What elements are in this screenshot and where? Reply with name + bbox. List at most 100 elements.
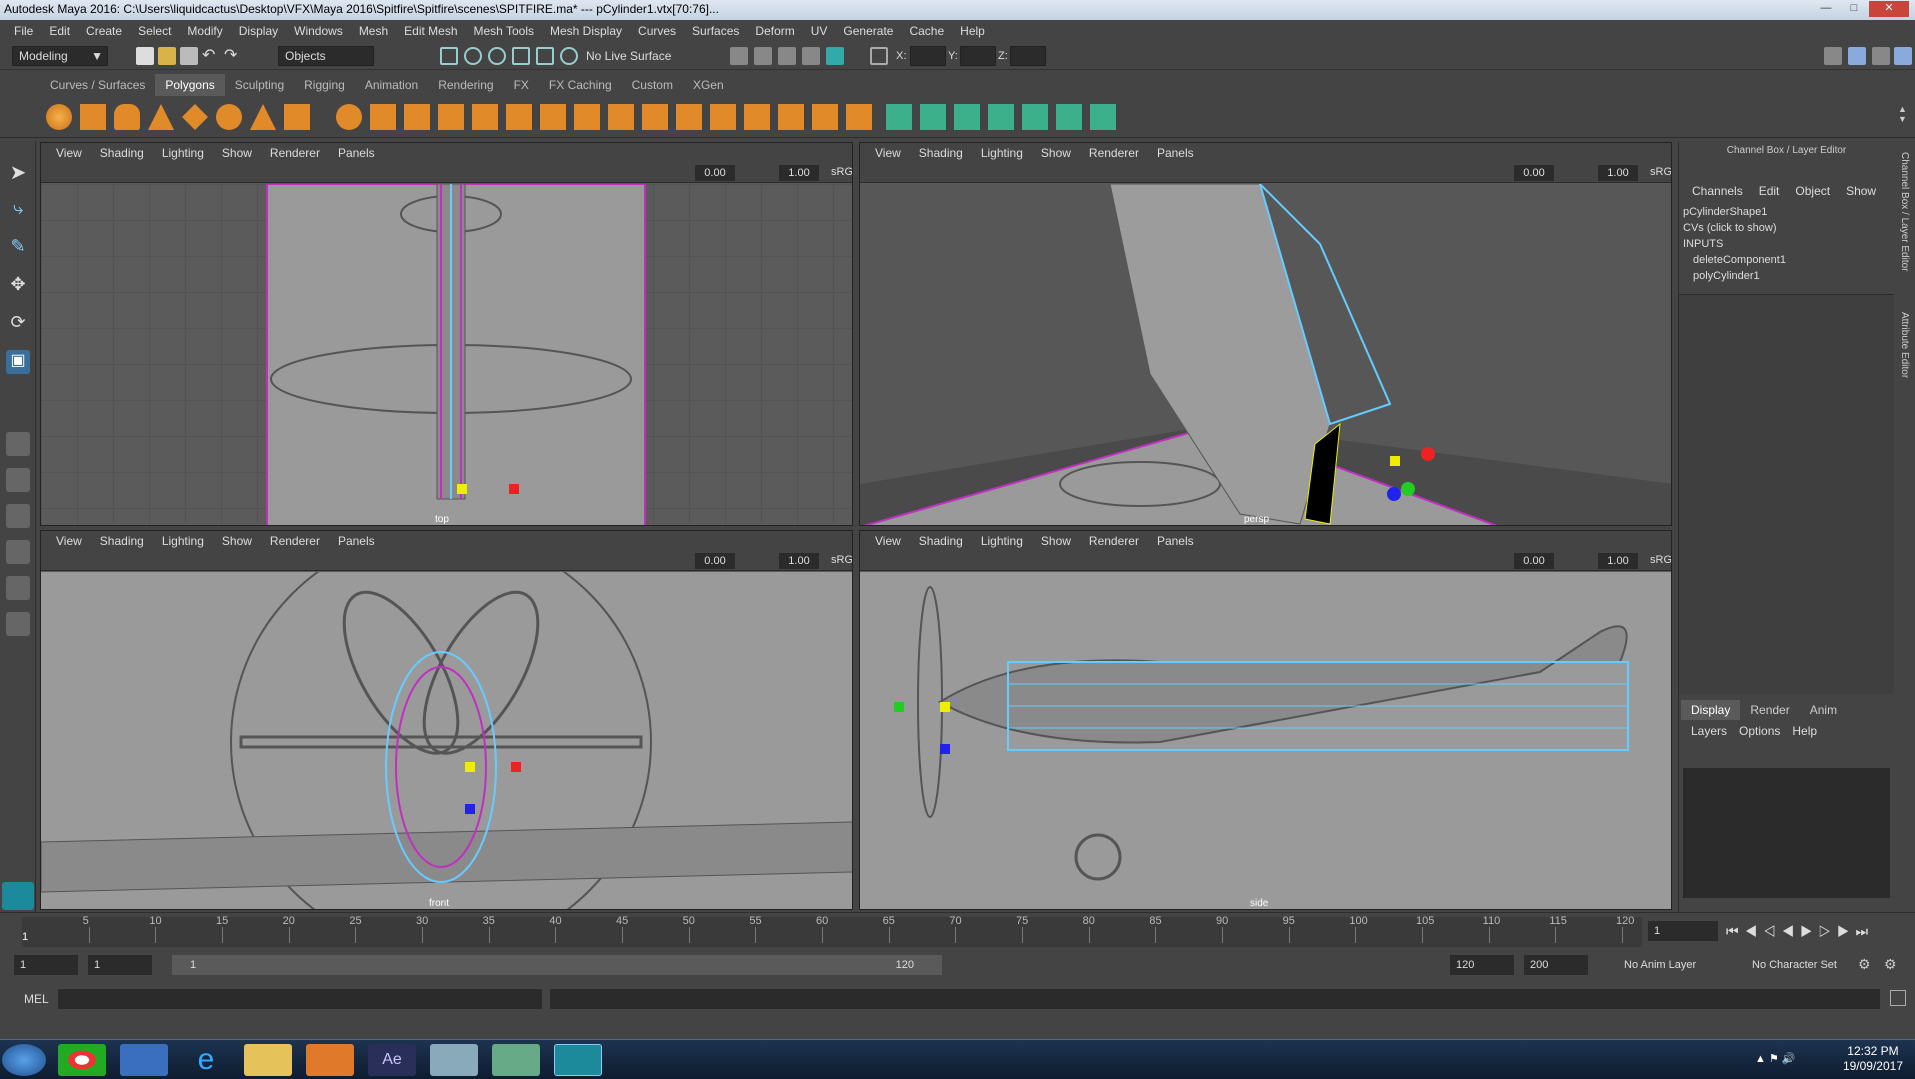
side-tab-channel-box[interactable]: Channel Box / Layer Editor: [1899, 152, 1910, 272]
after-effects-icon[interactable]: Ae: [368, 1044, 416, 1076]
menu-uv[interactable]: UV: [803, 24, 836, 38]
poly-cylinder-icon[interactable]: [114, 104, 140, 130]
task-manager-icon[interactable]: [492, 1044, 540, 1076]
vp-menu-show[interactable]: Show: [213, 146, 261, 160]
vp-menu-shading[interactable]: Shading: [910, 146, 972, 160]
cb-menu-edit[interactable]: Edit: [1752, 184, 1787, 198]
menu-mesh-tools[interactable]: Mesh Tools: [466, 24, 542, 38]
target-weld-icon[interactable]: [710, 104, 736, 130]
poly-cone-icon[interactable]: [148, 104, 174, 130]
menu-display[interactable]: Display: [231, 24, 286, 38]
internet-explorer-icon[interactable]: e: [182, 1044, 230, 1076]
scale-tool-icon[interactable]: ▣: [6, 350, 30, 374]
animation-start-field[interactable]: 1: [14, 955, 78, 975]
layer-list[interactable]: [1683, 768, 1890, 898]
shelf-tab-curves[interactable]: Curves / Surfaces: [40, 74, 155, 96]
minimize-button[interactable]: —: [1813, 1, 1839, 17]
render-frame-icon[interactable]: [754, 47, 772, 65]
snap-view-icon[interactable]: [536, 47, 554, 65]
manipulator-x-handle[interactable]: [509, 484, 519, 494]
save-icon[interactable]: [180, 47, 198, 65]
manipulator-x-handle[interactable]: [511, 762, 521, 772]
live-surface-label[interactable]: No Live Surface: [586, 49, 671, 63]
rotate-tool-icon[interactable]: ⟳: [6, 312, 30, 336]
uv-cylindrical-icon[interactable]: [920, 104, 946, 130]
multi-cut-icon[interactable]: [642, 104, 668, 130]
magnet-icon[interactable]: [560, 47, 578, 65]
vp-menu-show[interactable]: Show: [1032, 534, 1080, 548]
poly-cube-icon[interactable]: [80, 104, 106, 130]
mode-dropdown[interactable]: Modeling ▼: [12, 46, 108, 66]
vp-menu-panels[interactable]: Panels: [329, 146, 384, 160]
exposure-field[interactable]: 0.00: [695, 553, 735, 569]
hypershade-icon[interactable]: [826, 47, 844, 65]
start-button-icon[interactable]: [2, 1044, 46, 1076]
hypershade-layout-icon[interactable]: [6, 612, 30, 636]
uv-unfold-icon[interactable]: [1090, 104, 1116, 130]
poly-pipe-icon[interactable]: [284, 104, 310, 130]
separate-icon[interactable]: [370, 104, 396, 130]
manipulator-y-handle[interactable]: [1401, 482, 1415, 496]
menu-file[interactable]: File: [6, 24, 41, 38]
time-slider[interactable]: 1 1 ⏮◀◁◀▶▷▶⏭ 5 10 15 20 25 30 35 40 45 50 55 60 65 70…: [0, 912, 1915, 948]
menu-generate[interactable]: Generate: [835, 24, 901, 38]
media-player-icon[interactable]: [306, 1044, 354, 1076]
file-explorer-icon[interactable]: [244, 1044, 292, 1076]
cb-cvs-toggle[interactable]: CVs (click to show): [1683, 222, 1777, 234]
vp-menu-lighting[interactable]: Lighting: [153, 146, 213, 160]
cb-menu-object[interactable]: Object: [1788, 184, 1837, 198]
selection-mode-dropdown[interactable]: Objects: [278, 46, 374, 66]
graph-layout-icon[interactable]: [6, 576, 30, 600]
lasso-tool-icon[interactable]: ⤷: [6, 198, 30, 222]
bevel-icon[interactable]: [574, 104, 600, 130]
vp-menu-renderer[interactable]: Renderer: [1080, 146, 1148, 160]
poly-plane-icon[interactable]: [182, 104, 208, 130]
shelf-tab-custom[interactable]: Custom: [622, 74, 683, 96]
exposure-field[interactable]: 0.00: [1514, 165, 1554, 181]
vp-menu-shading[interactable]: Shading: [910, 534, 972, 548]
current-frame-marker[interactable]: 1: [22, 931, 28, 943]
menu-edit[interactable]: Edit: [41, 24, 78, 38]
menu-curves[interactable]: Curves: [630, 24, 684, 38]
menu-windows[interactable]: Windows: [286, 24, 351, 38]
attribute-editor-icon[interactable]: [1848, 47, 1866, 65]
menu-deform[interactable]: Deform: [747, 24, 802, 38]
vp-menu-shading[interactable]: Shading: [91, 534, 153, 548]
extract-icon[interactable]: [404, 104, 430, 130]
poly-torus-icon[interactable]: [216, 104, 242, 130]
vp-menu-panels[interactable]: Panels: [1148, 146, 1203, 160]
vp-menu-renderer[interactable]: Renderer: [261, 146, 329, 160]
render-view-icon[interactable]: [730, 47, 748, 65]
gamma-field[interactable]: 1.00: [1598, 165, 1638, 181]
x-field[interactable]: [910, 46, 946, 66]
y-field[interactable]: [960, 46, 996, 66]
cb-input-poly-cylinder[interactable]: polyCylinder1: [1693, 270, 1760, 282]
vp-menu-renderer[interactable]: Renderer: [261, 534, 329, 548]
vp-menu-view[interactable]: View: [47, 146, 91, 160]
cb-menu-show[interactable]: Show: [1839, 184, 1883, 198]
gamma-field[interactable]: 1.00: [779, 553, 819, 569]
poly-sphere-icon[interactable]: [46, 104, 72, 130]
manipulator-z-handle[interactable]: [465, 804, 475, 814]
layer-menu-options[interactable]: Options: [1733, 724, 1786, 738]
menu-create[interactable]: Create: [78, 24, 130, 38]
explorer-app-icon[interactable]: [120, 1044, 168, 1076]
colorspace-label[interactable]: sRGB: [831, 166, 852, 178]
layer-tab-anim[interactable]: Anim: [1800, 700, 1847, 720]
snap-curve-icon[interactable]: [464, 47, 482, 65]
select-tool-icon[interactable]: ➤: [6, 160, 30, 184]
new-scene-icon[interactable]: [136, 47, 154, 65]
menu-mesh[interactable]: Mesh: [351, 24, 396, 38]
snap-surface-icon[interactable]: [512, 47, 530, 65]
time-slider-track[interactable]: [22, 917, 1642, 947]
menu-surfaces[interactable]: Surfaces: [684, 24, 747, 38]
extrude-icon[interactable]: [506, 104, 532, 130]
viewport-persp[interactable]: View Shading Lighting Show Renderer Pane…: [859, 142, 1672, 526]
layer-menu-help[interactable]: Help: [1786, 724, 1823, 738]
poly-pyramid-icon[interactable]: [250, 104, 276, 130]
fill-hole-icon[interactable]: [812, 104, 838, 130]
shelf-tab-fx-caching[interactable]: FX Caching: [539, 74, 622, 96]
playback-start-field[interactable]: 1: [88, 955, 152, 975]
manipulator-center[interactable]: [465, 762, 475, 772]
colorspace-label[interactable]: sRGB: [1650, 166, 1671, 178]
